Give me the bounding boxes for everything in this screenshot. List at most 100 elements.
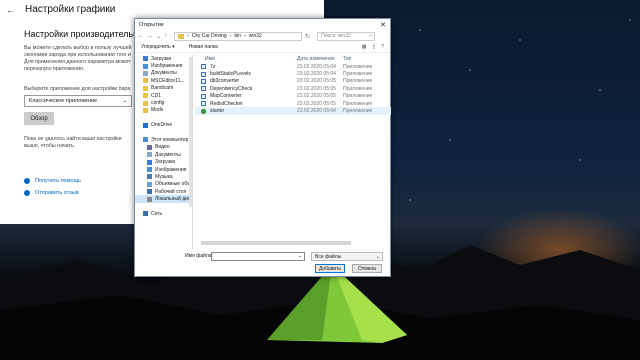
breadcrumb-item[interactable]: win32 (249, 33, 262, 39)
help-icon[interactable]: ? (381, 44, 384, 50)
folder-icon (178, 33, 185, 39)
documents-icon (147, 152, 152, 158)
breadcrumb-item[interactable]: City Car Driving (192, 33, 227, 39)
nav-item[interactable]: Видео (135, 144, 192, 151)
add-button[interactable]: Добавить (315, 264, 345, 273)
navigation-bar: ← → ⌄ ↑ › City Car Driving › bin › win32… (135, 30, 390, 42)
app-type-select[interactable]: Классическое приложение ⌄ (24, 95, 132, 107)
nav-item[interactable]: Сеть (135, 210, 192, 217)
folder-icon (143, 93, 148, 99)
file-row[interactable]: buildStaticPLevels 23.02.2020 05:04 Прилож… (195, 70, 391, 77)
nav-item[interactable]: Локальный дис (135, 195, 192, 203)
new-folder-button[interactable]: Новая папка (189, 44, 218, 50)
nav-item[interactable]: Музыка (135, 173, 192, 180)
organize-button[interactable]: Упорядочить ▾ (141, 44, 175, 50)
file-row[interactable]: starter 23.02.2020 05:04 Приложение (195, 107, 391, 115)
exe-icon (201, 86, 206, 92)
file-row[interactable]: db3converter 23.02.2020 05:05 Приложение (195, 78, 391, 85)
back-icon[interactable]: ← (138, 33, 144, 39)
help-link-label: Получить помощь (35, 178, 81, 184)
breadcrumb-separator: › (229, 33, 232, 39)
file-name: RedistChecker (210, 100, 243, 107)
settings-subtitle: Настройки производительност (24, 29, 152, 39)
help-link[interactable]: Получить помощь (24, 178, 81, 184)
breadcrumb-item[interactable]: bin (234, 33, 241, 39)
browse-button[interactable]: Обзор (24, 112, 54, 125)
close-icon[interactable]: ✕ (376, 21, 390, 29)
nav-scrollbar[interactable] (189, 57, 192, 207)
breadcrumb[interactable]: › City Car Driving › bin › win32 (174, 31, 303, 41)
file-name-cell: buildStaticPLevels (195, 71, 297, 77)
nav-item-label: Mods (151, 107, 164, 114)
nav-item[interactable]: Рабочий стол (135, 188, 192, 195)
file-list: Имя Дата изменения Тип 7z 23.02.2020 05:0… (195, 55, 391, 249)
exe-icon (201, 71, 206, 77)
music-icon (147, 174, 152, 180)
nav-item-label: Документы (155, 151, 181, 158)
preview-pane-icon[interactable]: ▯ (372, 44, 375, 50)
nav-item[interactable]: MSCEditor11... (135, 77, 192, 84)
recent-chevron-icon[interactable]: ⌄ (156, 33, 161, 40)
column-headers: Имя Дата изменения Тип (195, 55, 391, 63)
nav-item[interactable]: Mods (135, 107, 192, 114)
back-arrow-icon[interactable]: ← (6, 5, 15, 15)
file-name-cell: starter (195, 108, 297, 114)
file-date: 23.02.2020 05:05 (297, 100, 336, 107)
file-name-cell: RedistChecker (195, 101, 297, 107)
column-name[interactable]: Имя (195, 56, 297, 62)
file-row[interactable]: 7z 23.02.2020 05:04 Приложение (195, 63, 391, 70)
file-name: db3converter (210, 78, 240, 85)
filename-input[interactable]: ⌄ (211, 252, 305, 261)
download-icon (143, 56, 148, 62)
onedrive-icon (143, 122, 148, 128)
file-type: Приложение (343, 85, 373, 92)
nav-item[interactable]: Загрузки (135, 55, 192, 62)
settings-description: Вы можете сделать выбор в пользу лучшей … (24, 45, 132, 73)
dialog-toolbar: Упорядочить ▾ Новая папка ▦ ▯ ? (135, 42, 390, 53)
file-type-filter[interactable]: Все файлы ⌄ (311, 252, 383, 261)
feedback-link[interactable]: Отправить отзыв (24, 190, 79, 196)
feedback-link-label: Отправить отзыв (35, 190, 79, 196)
column-type[interactable]: Тип (343, 56, 383, 62)
view-options-icon[interactable]: ▦ (362, 44, 367, 50)
file-name-cell: db3converter (195, 78, 297, 84)
nav-item[interactable]: config (135, 99, 192, 106)
file-date: 23.02.2020 05:04 (297, 108, 336, 115)
horizontal-scrollbar[interactable] (201, 241, 351, 245)
nav-item[interactable]: Объемные объ (135, 181, 192, 188)
forward-icon[interactable]: → (147, 33, 153, 39)
nav-item[interactable]: Загрузки (135, 158, 192, 165)
file-name-cell: MapConverter (195, 93, 297, 99)
nav-item[interactable]: Bandicam (135, 85, 192, 92)
nav-item-label: Музыка (155, 173, 173, 180)
pictures-icon (143, 63, 148, 69)
nav-item[interactable]: CD1 (135, 92, 192, 99)
refresh-icon[interactable]: ↻ (305, 33, 310, 40)
file-date: 23.02.2020 05:04 (297, 63, 336, 70)
file-row[interactable]: DependencyCheck 23.02.2020 05:05 Приложени… (195, 85, 391, 92)
nav-item[interactable]: Изображения (135, 62, 192, 69)
file-name-cell: DependencyCheck (195, 86, 297, 92)
empty-state-text: Пока не удалось найти ваши настройки выш… (24, 136, 132, 150)
column-date[interactable]: Дата изменения (297, 56, 343, 62)
exe-icon (201, 101, 206, 107)
filter-value: Все файлы (315, 253, 342, 260)
dialog-titlebar[interactable]: Открытие ✕ (135, 19, 390, 30)
file-row[interactable]: RedistChecker 23.02.2020 05:05 Приложение (195, 100, 391, 107)
nav-item[interactable]: Этот компьютер (135, 136, 192, 143)
nav-item[interactable]: Документы (135, 70, 192, 77)
nav-item[interactable]: Изображения (135, 166, 192, 173)
3d-objects-icon (147, 181, 152, 187)
search-input[interactable]: Поиск: win32 ⌕ (317, 31, 376, 41)
cancel-button[interactable]: Отмена (352, 264, 382, 273)
nav-item-label: Объемные объ (155, 181, 191, 188)
file-row[interactable]: MapConverter 23.02.2020 05:05 Приложение (195, 93, 391, 100)
folder-icon (143, 107, 148, 113)
nav-item[interactable]: OneDrive (135, 122, 192, 129)
settings-title: Настройки графики (25, 4, 116, 15)
nav-item[interactable]: Документы (135, 151, 192, 158)
network-icon (143, 211, 148, 217)
up-icon[interactable]: ↑ (164, 33, 167, 39)
description-line: Вы можете сделать выбор в пользу лучшей (24, 45, 132, 51)
